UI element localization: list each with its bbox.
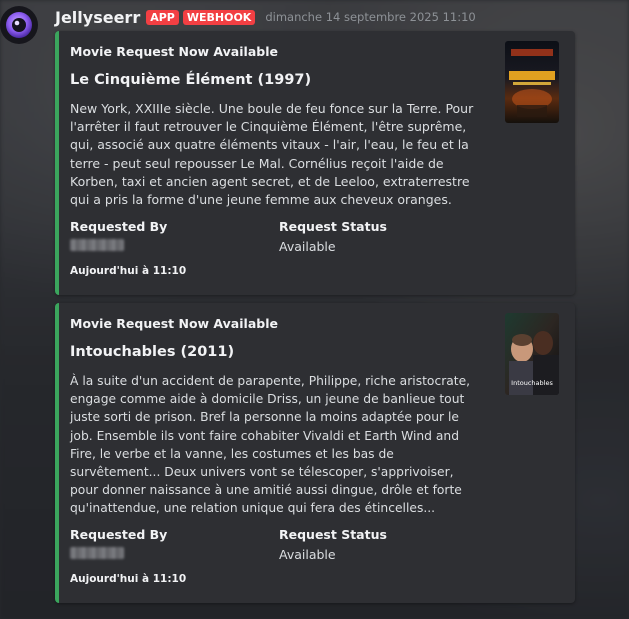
field-requested-by-label: Requested By	[70, 219, 168, 234]
requested-by-value-redacted	[70, 547, 124, 559]
field-request-status-label: Request Status	[279, 527, 387, 542]
embed-footer-timestamp: Aujourd'hui à 11:10	[70, 573, 187, 585]
jellyseerr-logo-icon	[6, 12, 32, 38]
field-request-status-label: Request Status	[279, 219, 387, 234]
requested-by-value-redacted	[70, 239, 124, 251]
embed-title: Le Cinquième Élément (1997)	[70, 72, 312, 88]
embed-title: Intouchables (2011)	[70, 344, 235, 360]
movie-poster-thumbnail[interactable]	[505, 41, 559, 123]
field-request-status-value: Available	[279, 239, 336, 254]
embed-footer-timestamp: Aujourd'hui à 11:10	[70, 265, 187, 277]
message-timestamp[interactable]: dimanche 14 septembre 2025 11:10	[265, 10, 475, 24]
movie-poster-icon	[505, 41, 559, 123]
embed-author: Movie Request Now Available	[70, 316, 278, 331]
avatar[interactable]	[0, 6, 38, 44]
embed-description: À la suite d'un accident de parapente, P…	[70, 374, 471, 516]
webhook-badge: WEBHOOK	[182, 9, 256, 25]
embed-card: Movie Request Now Available Le Cinquième…	[55, 31, 575, 295]
movie-poster-thumbnail[interactable]: Intouchables	[505, 313, 559, 395]
poster-caption: Intouchables	[511, 379, 553, 387]
field-request-status-value: Available	[279, 547, 336, 562]
author-name[interactable]: Jellyseerr	[55, 8, 140, 27]
field-requested-by-label: Requested By	[70, 527, 168, 542]
embed-card: Movie Request Now Available Intouchables…	[55, 303, 575, 603]
message-header: Jellyseerr APP WEBHOOK dimanche 14 septe…	[55, 6, 476, 28]
movie-poster-icon: Intouchables	[505, 313, 559, 395]
embed-description: New York, XXIIIe siècle. Une boule de fe…	[70, 101, 474, 208]
embed-author: Movie Request Now Available	[70, 44, 278, 59]
app-badge: APP	[146, 9, 179, 25]
